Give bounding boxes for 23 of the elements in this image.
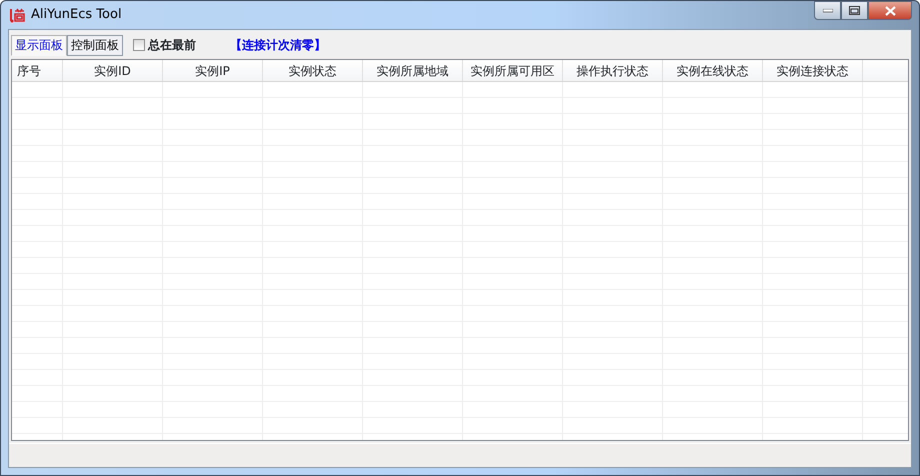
- column-header[interactable]: 实例状态: [263, 60, 363, 81]
- column-header[interactable]: 实例连接状态: [763, 60, 863, 81]
- column-header[interactable]: 实例在线状态: [663, 60, 763, 81]
- close-button[interactable]: [868, 1, 912, 20]
- minimize-icon: [822, 8, 832, 12]
- window-title: AliYunEcs Tool: [31, 6, 122, 24]
- data-grid[interactable]: 序号 实例ID 实例IP 实例状态 实例所属地域 实例所属可用区 操作执行状态 实例在线状态 实例连接状态: [11, 59, 909, 441]
- close-icon: [884, 6, 896, 16]
- column-header[interactable]: 序号: [12, 60, 63, 81]
- column-header[interactable]: 实例所属地域: [363, 60, 463, 81]
- column-header[interactable]: 实例IP: [163, 60, 263, 81]
- column-header[interactable]: 实例所属可用区: [463, 60, 563, 81]
- column-header[interactable]: 操作执行状态: [563, 60, 663, 81]
- column-header[interactable]: 实例ID: [63, 60, 163, 81]
- maximize-icon: [849, 6, 860, 15]
- minimize-button[interactable]: [814, 1, 841, 20]
- reset-link[interactable]: 【连接计次清零】: [230, 36, 326, 54]
- maximize-button[interactable]: [841, 1, 868, 20]
- checkbox-label[interactable]: 总在最前: [148, 36, 196, 54]
- app-icon: [9, 7, 25, 23]
- checkbox[interactable]: [133, 39, 145, 51]
- tab[interactable]: 控制面板: [67, 34, 123, 56]
- tab[interactable]: 显示面板: [11, 34, 67, 56]
